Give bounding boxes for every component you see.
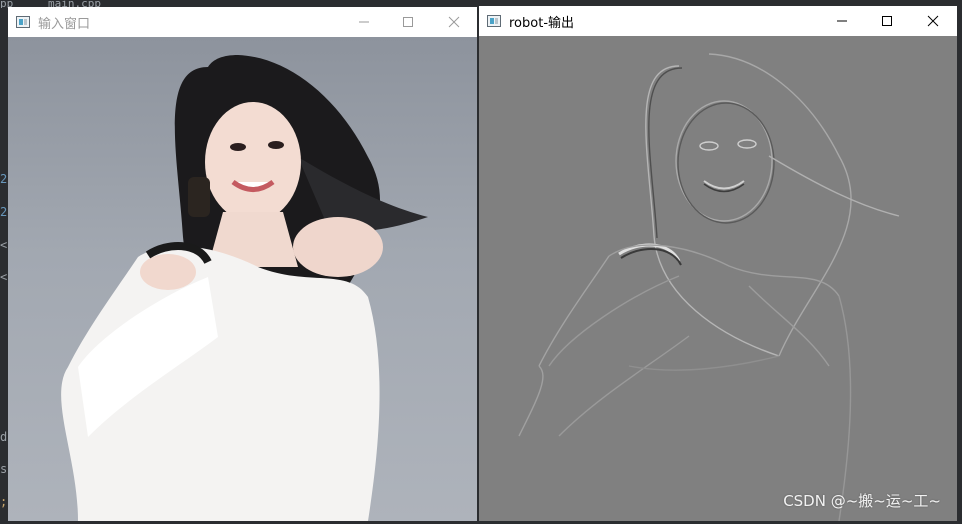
output-window-title: robot-输出 xyxy=(509,15,575,31)
csdn-watermark: CSDN @~搬~运~工~ xyxy=(783,492,941,510)
gutter-char: 2 xyxy=(0,205,8,219)
gutter-char: d xyxy=(0,430,8,444)
input-image-area xyxy=(8,37,477,521)
input-photo xyxy=(8,37,477,521)
close-icon xyxy=(448,16,460,28)
input-maximize-button[interactable] xyxy=(385,7,431,37)
gutter-char: 2 xyxy=(0,172,8,186)
input-window[interactable]: 输入窗口 xyxy=(8,7,477,521)
output-image-area: CSDN @~搬~运~工~ xyxy=(479,36,957,521)
output-close-button[interactable] xyxy=(910,6,956,36)
maximize-icon xyxy=(403,17,413,27)
input-window-title: 输入窗口 xyxy=(38,16,91,32)
gutter-char: < xyxy=(0,238,8,252)
emboss-portrait-image xyxy=(518,53,900,521)
minimize-icon xyxy=(837,20,847,22)
output-minimize-button[interactable] xyxy=(819,6,865,36)
maximize-icon xyxy=(882,16,892,26)
gutter-char: < xyxy=(0,270,8,284)
portrait-image xyxy=(61,55,428,521)
output-maximize-button[interactable] xyxy=(864,6,910,36)
output-emboss-image xyxy=(479,36,957,521)
app-window-icon xyxy=(487,15,501,27)
gutter-char: s xyxy=(0,462,8,476)
minimize-icon xyxy=(359,21,369,23)
app-window-icon xyxy=(16,16,30,28)
input-minimize-button[interactable] xyxy=(341,7,387,37)
input-close-button[interactable] xyxy=(431,7,477,37)
gutter-char: ; xyxy=(0,495,8,509)
output-window[interactable]: robot-输出 CSDN @~搬~运~工~ xyxy=(479,6,957,521)
close-icon xyxy=(927,15,939,27)
ide-gutter: 0 2 2 < < d s ; xyxy=(0,40,8,524)
